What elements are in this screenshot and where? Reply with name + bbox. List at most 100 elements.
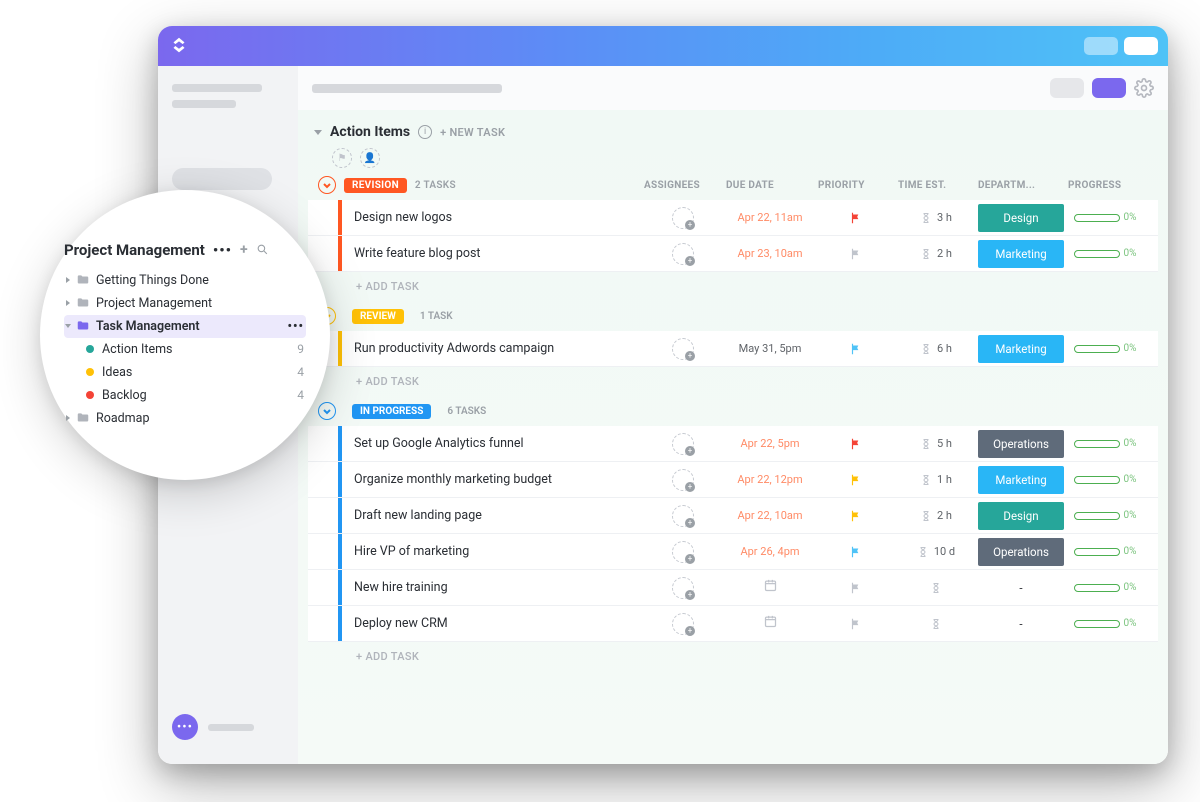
info-icon[interactable]: i — [418, 125, 432, 139]
flag-icon[interactable] — [849, 581, 863, 595]
collapse-revision[interactable] — [318, 176, 336, 194]
time-estimate[interactable]: 2 h — [896, 247, 976, 260]
folder-getting-things-done[interactable]: Getting Things Done — [64, 269, 306, 292]
assignee-avatar[interactable]: + — [672, 469, 694, 491]
space-more-icon[interactable]: ••• — [213, 241, 232, 259]
department-tag[interactable]: Marketing — [978, 335, 1064, 363]
task-name[interactable]: Hire VP of marketing — [342, 544, 642, 559]
assignee-avatar[interactable]: + — [672, 577, 694, 599]
list-backlog[interactable]: Backlog 4 — [64, 384, 306, 407]
col-priority[interactable]: PRIORITY — [818, 180, 898, 191]
due-date[interactable]: Apr 22, 5pm — [740, 437, 799, 450]
folder-project-management[interactable]: Project Management — [64, 292, 306, 315]
assignee-avatar[interactable]: + — [672, 207, 694, 229]
folder-task-management[interactable]: Task Management ••• — [64, 315, 306, 338]
more-icon[interactable]: ••• — [288, 319, 304, 334]
task-name[interactable]: New hire training — [342, 580, 642, 595]
progress-bar[interactable] — [1074, 620, 1120, 628]
flag-icon[interactable] — [849, 437, 863, 451]
time-estimate[interactable]: 6 h — [896, 342, 976, 355]
col-due[interactable]: DUE DATE — [726, 180, 818, 191]
status-revision[interactable]: REVISION — [344, 178, 407, 193]
time-estimate[interactable] — [896, 618, 976, 630]
add-task-review[interactable]: + ADD TASK — [308, 367, 1158, 402]
task-row[interactable]: Deploy new CRM + - 0% — [308, 606, 1158, 642]
department-tag[interactable]: Operations — [978, 430, 1064, 458]
add-task-inprogress[interactable]: + ADD TASK — [308, 642, 1158, 677]
task-name[interactable]: Draft new landing page — [342, 508, 642, 523]
header-button-1[interactable] — [1084, 37, 1118, 55]
department-tag[interactable]: - — [978, 610, 1064, 638]
space-add-icon[interactable]: + — [240, 242, 248, 258]
new-task-button[interactable]: + NEW TASK — [440, 126, 505, 139]
time-estimate[interactable]: 2 h — [896, 509, 976, 522]
department-tag[interactable]: Operations — [978, 538, 1064, 566]
department-tag[interactable]: - — [978, 574, 1064, 602]
assignee-avatar[interactable]: + — [672, 505, 694, 527]
task-name[interactable]: Deploy new CRM — [342, 616, 642, 631]
time-estimate[interactable] — [896, 582, 976, 594]
department-tag[interactable]: Marketing — [978, 466, 1064, 494]
search-icon[interactable] — [256, 243, 269, 256]
col-time[interactable]: TIME EST. — [898, 180, 978, 191]
assignee-avatar[interactable]: + — [672, 433, 694, 455]
flag-icon[interactable] — [849, 342, 863, 356]
task-row[interactable]: Hire VP of marketing + Apr 26, 4pm 10 d … — [308, 534, 1158, 570]
progress-bar[interactable] — [1074, 584, 1120, 592]
task-name[interactable]: Organize monthly marketing budget — [342, 472, 642, 487]
due-date[interactable]: Apr 23, 10am — [737, 247, 802, 260]
col-progress[interactable]: PROGRESS — [1068, 180, 1146, 191]
caret-down-icon[interactable] — [314, 130, 322, 135]
task-row[interactable]: Write feature blog post + Apr 23, 10am 2… — [308, 236, 1158, 272]
progress-bar[interactable] — [1074, 440, 1120, 448]
add-task-revision[interactable]: + ADD TASK — [308, 272, 1158, 307]
task-name[interactable]: Set up Google Analytics funnel — [342, 436, 642, 451]
flag-icon[interactable] — [849, 617, 863, 631]
time-estimate[interactable]: 1 h — [896, 473, 976, 486]
task-row[interactable]: New hire training + - 0% — [308, 570, 1158, 606]
flag-filter-icon[interactable]: ⚑ — [332, 148, 352, 168]
assignee-avatar[interactable]: + — [672, 243, 694, 265]
folder-roadmap[interactable]: Roadmap — [64, 407, 306, 430]
task-name[interactable]: Write feature blog post — [342, 246, 642, 261]
progress-bar[interactable] — [1074, 250, 1120, 258]
department-tag[interactable]: Marketing — [978, 240, 1064, 268]
view-toggle-2[interactable] — [1092, 78, 1126, 98]
due-date[interactable]: Apr 22, 12pm — [737, 473, 802, 486]
due-date[interactable]: May 31, 5pm — [739, 342, 802, 355]
calendar-icon[interactable] — [763, 578, 778, 593]
flag-icon[interactable] — [849, 509, 863, 523]
header-button-2[interactable] — [1124, 37, 1158, 55]
flag-icon[interactable] — [849, 211, 863, 225]
task-name[interactable]: Run productivity Adwords campaign — [342, 341, 642, 356]
time-estimate[interactable]: 5 h — [896, 437, 976, 450]
progress-bar[interactable] — [1074, 476, 1120, 484]
assignee-avatar[interactable]: + — [672, 613, 694, 635]
task-row[interactable]: Set up Google Analytics funnel + Apr 22,… — [308, 426, 1158, 462]
col-assignees[interactable]: ASSIGNEES — [644, 180, 726, 191]
progress-bar[interactable] — [1074, 214, 1120, 222]
task-row[interactable]: Draft new landing page + Apr 22, 10am 2 … — [308, 498, 1158, 534]
calendar-icon[interactable] — [763, 614, 778, 629]
collapse-inprogress[interactable] — [318, 402, 336, 420]
assignee-filter-icon[interactable]: 👤 — [360, 148, 380, 168]
view-toggle-1[interactable] — [1050, 78, 1084, 98]
col-dept[interactable]: DEPARTM... — [978, 180, 1068, 191]
task-row[interactable]: Design new logos + Apr 22, 11am 3 h Desi… — [308, 200, 1158, 236]
department-tag[interactable]: Design — [978, 502, 1064, 530]
flag-icon[interactable] — [849, 473, 863, 487]
due-date[interactable]: Apr 22, 11am — [737, 211, 802, 224]
chat-button[interactable]: ••• — [172, 714, 198, 740]
list-ideas[interactable]: Ideas 4 — [64, 361, 306, 384]
assignee-avatar[interactable]: + — [672, 541, 694, 563]
gear-icon[interactable] — [1134, 78, 1154, 98]
time-estimate[interactable]: 10 d — [896, 545, 976, 558]
flag-icon[interactable] — [849, 247, 863, 261]
due-date[interactable]: Apr 22, 10am — [737, 509, 802, 522]
progress-bar[interactable] — [1074, 345, 1120, 353]
progress-bar[interactable] — [1074, 548, 1120, 556]
list-action-items[interactable]: Action Items 9 — [64, 338, 306, 361]
status-review[interactable]: REVIEW — [352, 309, 404, 324]
flag-icon[interactable] — [849, 545, 863, 559]
progress-bar[interactable] — [1074, 512, 1120, 520]
